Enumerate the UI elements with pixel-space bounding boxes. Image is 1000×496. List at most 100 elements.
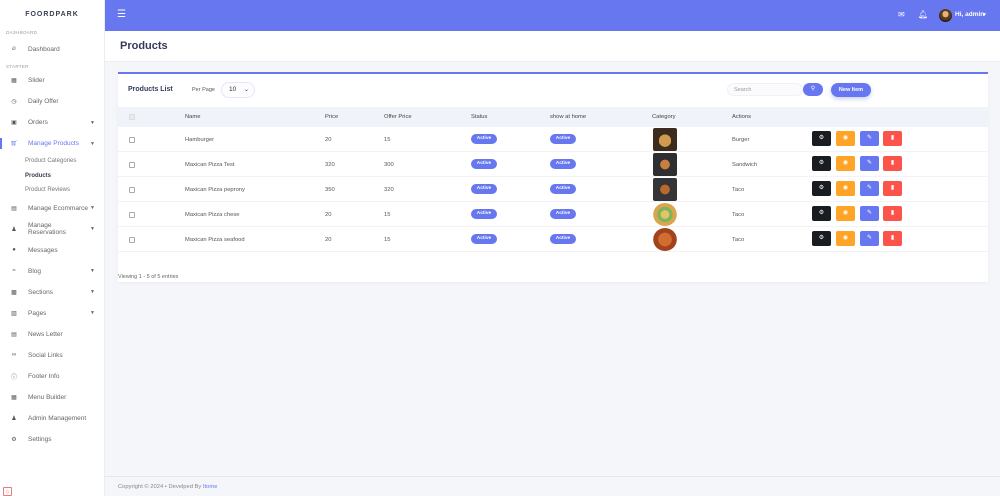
copyright-text: Copyright © 2024 • Develped By [118,484,203,490]
column-header: Category [652,114,676,120]
view-button[interactable]: ◉ [836,206,855,221]
table-row: Maxican Pizza peprony 350 320 Active Active T… [118,177,988,202]
sidebar-item-manage-products[interactable]: 🛒︎ Manage Products ▼ [0,133,104,154]
card-title: Products List [128,86,173,93]
delete-button[interactable]: ▮ [883,181,902,196]
edit-button[interactable]: ✎ [860,231,879,246]
settings-button[interactable]: ⚙ [812,231,831,246]
pagination-info: Viewing 1 - 5 of 5 entries [118,274,179,280]
section-label-dashboard: DASHBOARD [6,30,38,35]
product-name: Hamburger [185,137,214,143]
laravel-debug-icon[interactable]: ◇ [3,487,12,496]
delete-button[interactable]: ▮ [883,131,902,146]
page-title: Products [120,40,168,52]
per-page-select[interactable]: 10 ⌄ [221,82,255,98]
sidebar-item-manage-ecommarce[interactable]: ▤ Manage Ecommarce ▼ [0,198,104,219]
sidebar-item-admin-management[interactable]: ♟ Admin Management [0,408,104,429]
table-row: Maxican Pizza Test 320 300 Active Active Sand… [118,152,988,177]
store-icon: ▤ [11,205,17,212]
message-icon: ● [12,247,16,253]
brand-logo[interactable]: FOORDPARK [0,0,104,29]
settings-button[interactable]: ⚙ [812,181,831,196]
eye-icon: ◉ [842,135,849,141]
sidebar-item-settings[interactable]: ⚙ Settings [0,429,104,450]
product-thumbnail [653,153,677,176]
sidebar-item-social-links[interactable]: ∞ Social Links [0,345,104,366]
chevron-down-icon[interactable]: ▼ [982,12,987,18]
sidebar-item-dashboard[interactable]: 🔥︎ Dashboard [0,36,104,63]
sidebar-item-label: Admin Management [28,414,87,422]
delete-button[interactable]: ▮ [883,231,902,246]
envelope-icon[interactable]: ✉ [898,10,905,20]
row-checkbox[interactable] [129,187,135,193]
link-icon: ∞ [11,352,17,358]
sidebar-item-label: Daily Offer [28,98,59,105]
edit-button[interactable]: ✎ [860,156,879,171]
row-checkbox[interactable] [129,212,135,218]
sidebar: FOORDPARK DASHBOARD 🔥︎ Dashboard STARTER… [0,0,105,496]
trash-icon: ▮ [890,185,895,191]
delete-button[interactable]: ▮ [883,206,902,221]
product-name: Maxican Pizza chese [185,212,240,218]
view-button[interactable]: ◉ [836,231,855,246]
product-price: 20 [325,237,332,243]
chevron-down-icon: ▼ [90,119,95,126]
sidebar-item-messages[interactable]: ● Messages [0,240,104,261]
table-header: Name Price Offer Price Status show at ho… [118,107,988,127]
sidebar-subitem[interactable]: Product Reviews [0,183,104,198]
sidebar-subitem[interactable]: Product Categories [0,154,104,169]
view-button[interactable]: ◉ [836,131,855,146]
user-cog-icon: ♟ [11,415,17,422]
row-checkbox[interactable] [129,237,135,243]
view-button[interactable]: ◉ [836,181,855,196]
trash-icon: ▮ [890,135,895,141]
settings-button[interactable]: ⚙ [812,131,831,146]
sidebar-item-slider[interactable]: ▦ Slider [0,70,104,91]
sidebar-item-blog[interactable]: ≈ Blog ▼ [0,261,104,282]
view-button[interactable]: ◉ [836,156,855,171]
chevron-down-icon: ▼ [90,289,95,295]
avatar[interactable] [939,9,952,22]
per-page-value: 10 [229,86,237,93]
delete-button[interactable]: ▮ [883,156,902,171]
author-link[interactable]: Itome [203,484,218,490]
edit-button[interactable]: ✎ [860,181,879,196]
product-price: 350 [325,187,335,193]
sidebar-item-pages[interactable]: ▧ Pages ▼ [0,303,104,324]
column-header: Offer Price [384,114,412,120]
user-greeting[interactable]: Hi, admin [955,11,984,18]
sidebar-item-orders[interactable]: ▣ Orders ▼ [0,112,104,133]
bell-icon[interactable]: 🔔︎ [918,10,928,20]
search-input[interactable]: Search [727,83,803,96]
edit-button[interactable]: ✎ [860,131,879,146]
trash-icon: ▮ [890,210,895,216]
page-header: Products [105,31,1000,62]
sidebar-item-news-letter[interactable]: ▤ News Letter [0,324,104,345]
chevron-down-icon: ⌄ [243,87,249,93]
sidebar-item-footer-info[interactable]: ⓘ Footer Info [0,366,104,387]
settings-button[interactable]: ⚙ [812,206,831,221]
new-item-button[interactable]: New Item [831,83,871,97]
sidebar-item-label: Sections [28,288,53,296]
table-row: Maxican Pizza seafood 20 15 Active Active Tac… [118,227,988,252]
sidebar-item-manage-reservations[interactable]: ♟ Manage Reservations ▼ [0,219,104,240]
edit-button[interactable]: ✎ [860,206,879,221]
row-checkbox[interactable] [129,137,135,143]
product-price: 20 [325,137,332,143]
hamburger-menu-icon[interactable]: ☰ [117,9,126,21]
sidebar-item-daily-offer[interactable]: ◷ Daily Offer [0,91,104,112]
sidebar-item-label: Slider [28,77,45,84]
show-at-home-badge: Active [550,159,576,169]
settings-button[interactable]: ⚙ [812,156,831,171]
sidebar-item-sections[interactable]: ▩ Sections ▼ [0,282,104,303]
sidebar-item-label: Messages [28,246,58,254]
row-checkbox[interactable] [129,162,135,168]
status-badge: Active [471,234,497,244]
footer-text: Copyright © 2024 • Develped By Itome [118,484,217,490]
trash-icon: ▮ [890,235,895,241]
select-all-checkbox[interactable] [129,114,135,120]
sidebar-item-menu-builder[interactable]: ▦ Menu Builder [0,387,104,408]
sidebar-subitem[interactable]: Products [0,169,104,184]
product-offer-price: 15 [384,137,391,143]
search-button[interactable]: ⚲ [803,83,823,96]
